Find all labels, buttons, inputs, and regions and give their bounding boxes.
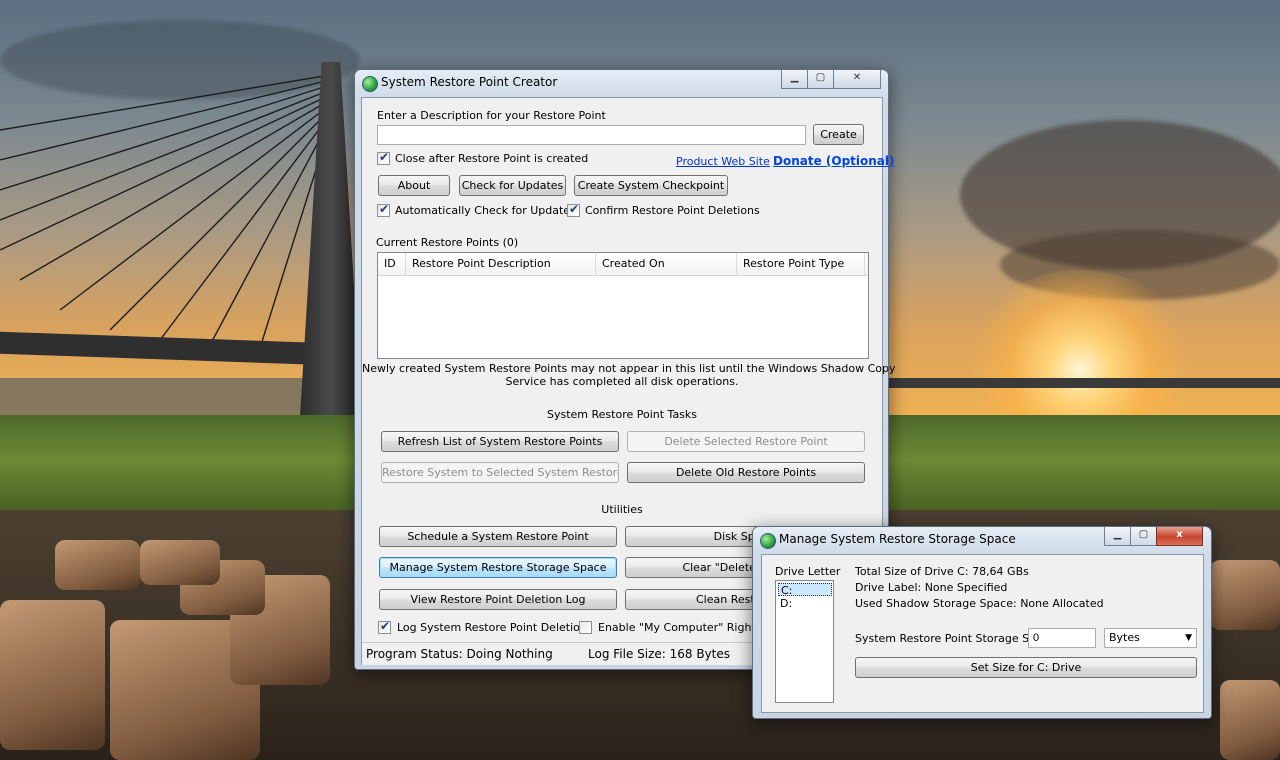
wallpaper-rock	[1210, 560, 1280, 630]
delete-old-restore-points-button[interactable]: Delete Old Restore Points	[627, 462, 865, 483]
confirm-deletions-label[interactable]: Confirm Restore Point Deletions	[585, 204, 760, 217]
current-restore-points-label: Current Restore Points (0)	[376, 236, 519, 249]
unit-select-value: Bytes	[1109, 631, 1140, 644]
storage-size-label: System Restore Point Storage Size:	[855, 632, 1049, 645]
column-id[interactable]: ID	[378, 253, 406, 275]
auto-check-updates-label[interactable]: Automatically Check for Updates	[395, 204, 576, 217]
restore-system-button[interactable]: Restore System to Selected System Restor…	[381, 462, 619, 483]
wallpaper-rock	[0, 600, 105, 750]
confirm-deletions-checkbox[interactable]: ✔	[567, 202, 580, 217]
unit-select[interactable]: Bytes ▼	[1104, 628, 1197, 648]
about-button[interactable]: About	[378, 175, 450, 196]
checkmark-icon: ✔	[380, 619, 391, 633]
donate-link[interactable]: Donate (Optional)	[773, 154, 895, 168]
enable-my-computer-checkbox[interactable]	[579, 621, 592, 634]
delete-selected-button[interactable]: Delete Selected Restore Point	[627, 431, 865, 452]
view-deletion-log-button[interactable]: View Restore Point Deletion Log	[379, 589, 617, 610]
schedule-restore-point-button[interactable]: Schedule a System Restore Point	[379, 526, 617, 547]
column-type[interactable]: Restore Point Type	[737, 253, 865, 275]
check-for-updates-button[interactable]: Check for Updates	[459, 175, 566, 196]
restore-points-list[interactable]: ID Restore Point Description Created On …	[377, 252, 869, 359]
drive-item-d[interactable]: D:	[778, 597, 832, 610]
storage-size-input[interactable]	[1028, 628, 1096, 648]
maximize-button[interactable]: ▢	[1130, 527, 1157, 546]
window-title: Manage System Restore Storage Space	[779, 532, 1016, 546]
wallpaper-rock	[1220, 680, 1280, 760]
shadow-copy-note-line2: Service has completed all disk operation…	[505, 375, 739, 388]
log-deletions-label[interactable]: Log System Restore Point Deletions	[397, 621, 593, 634]
distant-bridge	[885, 378, 1280, 388]
wallpaper-rock	[140, 540, 220, 585]
log-file-size: Log File Size: 168 Bytes	[588, 647, 731, 661]
maximize-button[interactable]: ▢	[807, 70, 834, 89]
description-label: Enter a Description for your Restore Poi…	[377, 109, 606, 122]
create-system-checkpoint-button[interactable]: Create System Checkpoint	[574, 175, 728, 196]
column-created-on[interactable]: Created On	[596, 253, 737, 275]
total-size-text: Total Size of Drive C: 78,64 GBs	[855, 565, 1029, 578]
tasks-header: System Restore Point Tasks	[546, 408, 698, 421]
auto-check-updates-checkbox[interactable]: ✔	[377, 202, 390, 217]
create-button[interactable]: Create	[813, 124, 864, 145]
set-size-button[interactable]: Set Size for C: Drive	[855, 657, 1197, 678]
product-web-site-link[interactable]: Product Web Site	[676, 155, 770, 168]
close-after-checkbox[interactable]: ✔	[377, 150, 390, 165]
close-button[interactable]: ✕	[833, 70, 881, 89]
drive-item-c[interactable]: C:	[778, 583, 832, 597]
storage-space-window: Manage System Restore Storage Space ▁ ▢ …	[752, 526, 1212, 719]
column-description[interactable]: Restore Point Description	[406, 253, 596, 275]
wallpaper-rock	[55, 540, 140, 590]
description-input[interactable]	[377, 125, 806, 145]
storage-client-area: Drive Letter C: D: Total Size of Drive C…	[761, 554, 1204, 713]
log-deletions-checkbox[interactable]: ✔	[378, 619, 391, 634]
restore-point-globe-icon	[760, 533, 776, 549]
chevron-down-icon: ▼	[1185, 633, 1192, 643]
drive-letter-label: Drive Letter	[775, 565, 841, 578]
bridge-cables	[0, 74, 331, 349]
close-after-label[interactable]: Close after Restore Point is created	[395, 152, 588, 165]
window-title: System Restore Point Creator	[381, 75, 558, 89]
drive-list[interactable]: C: D:	[775, 580, 834, 703]
shadow-copy-note-line1: Newly created System Restore Points may …	[362, 362, 896, 375]
minimize-button[interactable]: ▁	[1104, 527, 1131, 546]
checkmark-icon: ✔	[379, 150, 390, 164]
used-shadow-text: Used Shadow Storage Space: None Allocate…	[855, 597, 1104, 610]
refresh-list-button[interactable]: Refresh List of System Restore Points	[381, 431, 619, 452]
utilities-header: Utilities	[601, 503, 643, 516]
manage-storage-space-button[interactable]: Manage System Restore Storage Space	[379, 557, 617, 578]
checkmark-icon: ✔	[569, 202, 580, 216]
drive-label-text: Drive Label: None Specified	[855, 581, 1008, 594]
minimize-button[interactable]: ▁	[781, 70, 808, 89]
restore-point-globe-icon	[362, 76, 378, 92]
list-header: ID Restore Point Description Created On …	[378, 253, 868, 276]
close-button[interactable]: x	[1156, 527, 1203, 546]
program-status: Program Status: Doing Nothing	[366, 647, 553, 661]
checkmark-icon: ✔	[379, 202, 390, 216]
wallpaper-skyline	[0, 378, 330, 418]
